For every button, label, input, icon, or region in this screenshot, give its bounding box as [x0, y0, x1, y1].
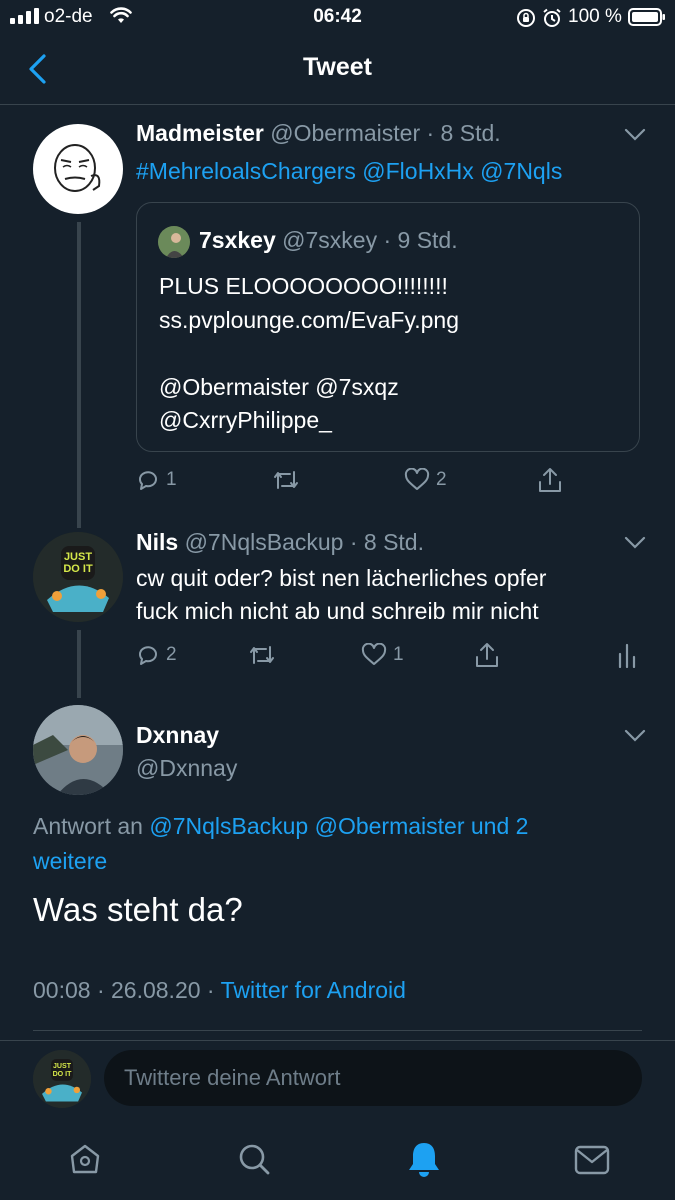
page-title: Tweet [303, 53, 372, 81]
retweet-button[interactable] [248, 643, 282, 667]
like-button[interactable]: 2 [404, 468, 447, 492]
quote-author-name: 7sxkey [199, 227, 276, 253]
reply-input[interactable]: Twittere deine Antwort [104, 1050, 642, 1106]
avatar[interactable]: JUST DO IT [33, 532, 123, 622]
author-name[interactable]: Dxnnay [136, 722, 219, 749]
main-tweet-text[interactable]: Was steht da? [33, 890, 243, 930]
tweet-header: Madmeister @Obermaister · 8 Std. [136, 120, 501, 147]
just-do-it-logo-icon: JUST DO IT [33, 532, 123, 622]
retweet-button[interactable] [272, 468, 306, 492]
heart-icon [361, 643, 387, 665]
notifications-icon[interactable] [406, 1140, 442, 1178]
tweet-meta: 00:08 · 26.08.20 · Twitter for Android [33, 977, 406, 1004]
quote-text-line: @Obermaister @7sxqz [159, 374, 399, 400]
reply-count: 1 [166, 469, 177, 490]
author-handle[interactable]: @7NqlsBackup [185, 529, 344, 555]
quote-text-line: PLUS ELOOOOOOOO!!!!!!!! [159, 273, 448, 299]
reply-prefix: Antwort an [33, 813, 143, 839]
avatar: JUST DO IT [33, 1050, 91, 1108]
like-button[interactable]: 1 [361, 643, 404, 667]
quote-time: · 9 Std. [383, 227, 458, 253]
share-button[interactable] [474, 641, 500, 669]
chevron-down-icon[interactable] [624, 128, 646, 142]
person-photo-icon [33, 705, 123, 795]
just-do-it-logo-icon: JUST DO IT [33, 1050, 91, 1108]
share-icon [539, 468, 561, 492]
tweet-text-line[interactable]: cw quit oder? bist nen lächerliches opfe… [136, 562, 546, 595]
battery-icon [628, 8, 666, 26]
thread-line [77, 222, 81, 528]
chevron-down-icon[interactable] [624, 536, 646, 550]
avatar[interactable] [33, 705, 123, 795]
tweet-time: · 8 Std. [349, 529, 424, 555]
reply-count: 2 [166, 644, 177, 665]
reply-icon [139, 646, 157, 665]
author-handle[interactable]: @Obermaister [270, 120, 420, 146]
reply-button[interactable]: 1 [136, 468, 177, 492]
thread-line [77, 630, 81, 698]
author-name[interactable]: Madmeister [136, 120, 264, 146]
quote-text-line: ss.pvplounge.com/EvaFy.png [159, 307, 460, 333]
meme-face-icon [54, 144, 101, 192]
messages-icon[interactable] [574, 1145, 610, 1175]
reply-button[interactable]: 2 [136, 643, 177, 667]
retweet-icon [250, 646, 274, 664]
tweet-time: · 8 Std. [426, 120, 501, 146]
svg-text:DO IT: DO IT [63, 563, 93, 575]
tweet-text-line[interactable]: fuck mich nicht ab und schreib mir nicht [136, 595, 539, 628]
divider [33, 1030, 642, 1031]
analytics-icon [618, 643, 636, 668]
author-handle[interactable]: @Dxnnay [136, 755, 237, 782]
reply-context: Antwort an @7NqlsBackup @Obermaister und… [33, 808, 528, 844]
reply-to-more-link[interactable]: weitere [33, 843, 107, 879]
alarm-icon [542, 8, 562, 28]
avatar[interactable] [158, 226, 190, 258]
battery-percent: 100 % [568, 6, 622, 27]
retweet-icon [274, 471, 298, 489]
reply-icon [139, 471, 157, 490]
svg-text:JUST: JUST [53, 1062, 72, 1070]
quote-header: 7sxkey @7sxkey · 9 Std. [199, 227, 458, 254]
quote-text-line: @CxrryPhilippe_ [159, 407, 332, 433]
person-photo-icon [158, 226, 190, 258]
status-bar: o2-de 06:42 100 % [0, 0, 675, 36]
share-icon [476, 643, 498, 667]
home-icon[interactable] [68, 1142, 102, 1176]
like-count: 2 [436, 469, 447, 490]
search-icon[interactable] [237, 1142, 271, 1176]
analytics-button[interactable] [617, 642, 637, 668]
tweet-source-link[interactable]: Twitter for Android [221, 977, 406, 1003]
orientation-lock-icon [516, 8, 536, 28]
tweet-text[interactable]: #MehreloalsChargers @FloHxHx @7Nqls [136, 155, 562, 188]
svg-text:JUST: JUST [64, 551, 92, 563]
tweet-header: Nils @7NqlsBackup · 8 Std. [136, 529, 424, 556]
svg-text:DO IT: DO IT [53, 1070, 73, 1078]
avatar[interactable] [33, 124, 123, 214]
chevron-down-icon[interactable] [624, 729, 646, 743]
like-count: 1 [393, 644, 404, 665]
tweet-timestamp: 00:08 · 26.08.20 · [33, 977, 215, 1003]
reply-to-link[interactable]: @7NqlsBackup @Obermaister und 2 [149, 813, 528, 839]
quote-author-handle: @7sxkey [282, 227, 378, 253]
share-button[interactable] [537, 466, 563, 494]
heart-icon [404, 468, 430, 490]
author-name[interactable]: Nils [136, 529, 178, 555]
